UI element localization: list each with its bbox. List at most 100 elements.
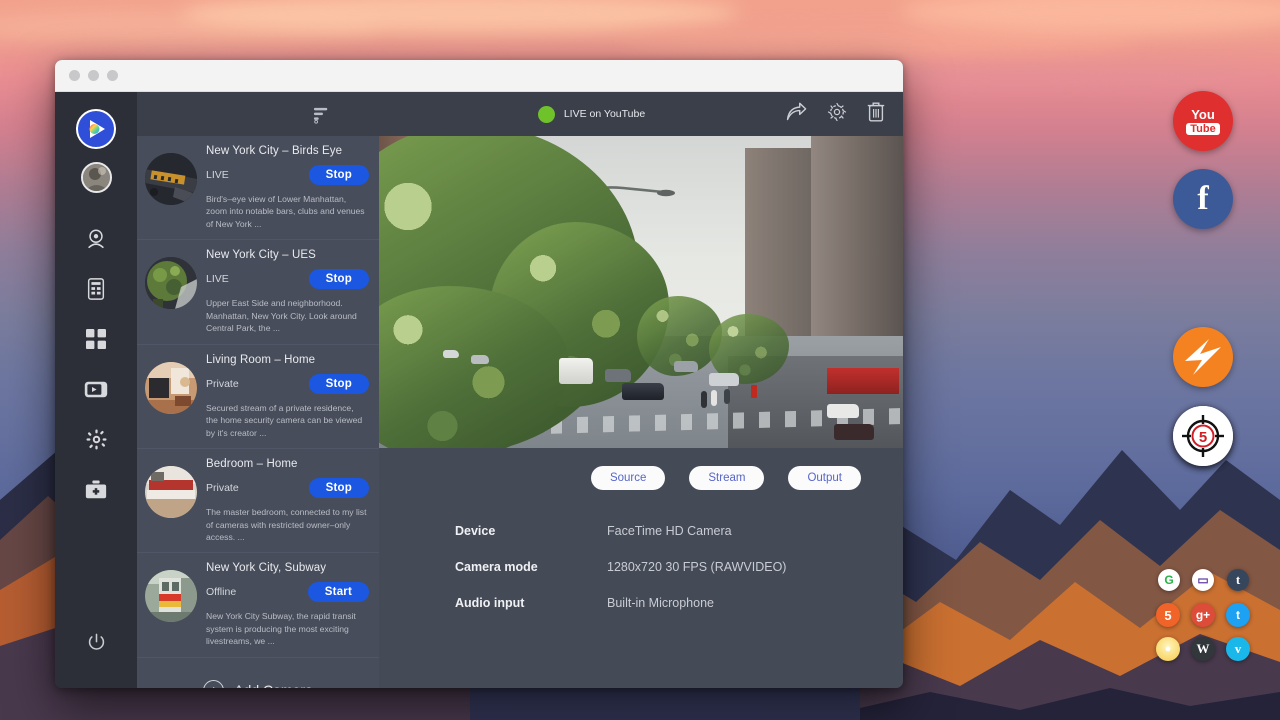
camera-info: New York City, Subway Offline Start New … — [206, 562, 369, 647]
thumbnail-living-room-icon — [145, 362, 197, 414]
camera-status: Offline — [206, 586, 308, 598]
camera-list-topbar — [137, 92, 379, 136]
video-pedestrian-2 — [711, 390, 717, 406]
desktop-mini-icon-five[interactable]: 5 — [1156, 603, 1180, 627]
camera-status-row: Private Stop — [206, 373, 369, 395]
sort-filter-icon — [313, 105, 332, 124]
sidebar-item-power[interactable] — [76, 622, 116, 662]
camera-status: Private — [206, 378, 309, 390]
share-button[interactable] — [786, 102, 807, 126]
sidebar-item-app-logo[interactable] — [76, 109, 116, 149]
camera-thumbnail — [145, 466, 197, 518]
plus-circle-icon: + — [203, 680, 224, 688]
desktop-icon-facebook[interactable]: f — [1173, 169, 1233, 229]
spec-key: Device — [455, 524, 607, 538]
video-pedestrian-3 — [724, 389, 730, 404]
add-camera-button[interactable]: + Add Camera — [137, 658, 379, 688]
thumbnail-ues-icon — [145, 257, 197, 309]
camera-list-item[interactable]: Living Room – Home Private Stop Secured … — [137, 345, 379, 449]
sidebar-item-settings[interactable] — [76, 419, 116, 459]
video-player-icon — [84, 381, 108, 398]
camera-list-item[interactable]: New York City – UES LIVE Stop Upper East… — [137, 240, 379, 344]
close-button[interactable] — [69, 70, 80, 81]
app-window: New York City – Birds Eye LIVE Stop Bird… — [55, 60, 903, 688]
camera-action-button[interactable]: Stop — [309, 374, 369, 394]
sidebar-item-grid-view[interactable] — [76, 319, 116, 359]
desktop-mini-icon-sunset[interactable]: ● — [1156, 637, 1180, 661]
desktop-mini-icon-google-plus[interactable]: g+ — [1191, 603, 1215, 627]
camera-info: New York City – UES LIVE Stop Upper East… — [206, 249, 369, 334]
tab-output[interactable]: Output — [788, 466, 861, 490]
window-titlebar — [55, 60, 903, 92]
settings-button[interactable] — [827, 102, 847, 127]
play-logo-icon — [85, 118, 107, 140]
desktop-mini-icon-wordpress[interactable]: W — [1191, 637, 1215, 661]
main-topbar: LIVE on YouTube — [379, 92, 903, 136]
camera-description: Upper East Side and neighborhood. Manhat… — [206, 297, 369, 334]
sidebar-item-user-avatar[interactable] — [81, 162, 112, 193]
desktop-icon-wowza[interactable] — [1173, 327, 1233, 387]
sidebar-item-video-player[interactable] — [76, 369, 116, 409]
desktop-icon-youtube[interactable]: You Tube — [1173, 91, 1233, 151]
delete-button[interactable] — [867, 101, 885, 127]
video-car-1 — [622, 383, 664, 400]
left-rail — [55, 92, 137, 688]
zoom-button[interactable] — [107, 70, 118, 81]
source-spec-table: Device FaceTime HD Camera Camera mode 12… — [455, 524, 903, 610]
camera-status-row: LIVE Stop — [206, 268, 369, 290]
video-car-4 — [605, 369, 631, 382]
video-car-5 — [834, 424, 874, 440]
camera-action-button[interactable]: Stop — [309, 165, 369, 185]
camera-action-button[interactable]: Start — [308, 582, 369, 602]
live-status-label: LIVE on YouTube — [564, 108, 645, 120]
camera-list-item[interactable]: New York City – Birds Eye LIVE Stop Bird… — [137, 136, 379, 240]
video-preview[interactable] — [379, 136, 903, 448]
detail-area: Source Stream Output Device FaceTime HD … — [379, 448, 903, 688]
cloud-1 — [0, 10, 380, 44]
camera-list-item[interactable]: New York City, Subway Offline Start New … — [137, 553, 379, 657]
grid-icon — [86, 329, 106, 349]
sidebar-item-add-source[interactable] — [76, 469, 116, 509]
mobile-device-icon — [87, 278, 105, 300]
topbar-actions — [786, 101, 885, 127]
thumbnail-bedroom-icon — [145, 466, 197, 518]
filter-button[interactable] — [137, 92, 332, 129]
svg-text:5: 5 — [1199, 429, 1207, 446]
spec-value[interactable]: FaceTime HD Camera — [607, 524, 732, 538]
desktop-mini-icon-twitch[interactable]: ▭ — [1192, 569, 1214, 591]
wowza-bolt-icon — [1173, 327, 1233, 387]
gear-icon — [86, 429, 107, 450]
spec-value[interactable]: 1280x720 30 FPS (RAWVIDEO) — [607, 560, 786, 574]
video-traffic-light — [751, 385, 757, 398]
gear-icon — [827, 102, 847, 122]
camera-list-item[interactable]: Bedroom – Home Private Stop The master b… — [137, 449, 379, 553]
minimize-button[interactable] — [88, 70, 99, 81]
tab-stream[interactable]: Stream — [689, 466, 764, 490]
camera-description: New York City Subway, the rapid transit … — [206, 610, 369, 647]
camera-list-scroll[interactable]: New York City – Birds Eye LIVE Stop Bird… — [137, 136, 379, 688]
video-car-6 — [827, 404, 859, 418]
avatar-icon — [83, 164, 110, 191]
spec-value[interactable]: Built-in Microphone — [607, 596, 714, 610]
camera-action-button[interactable]: Stop — [309, 269, 369, 289]
desktop: New York City – Birds Eye LIVE Stop Bird… — [0, 0, 1280, 720]
desktop-mini-icon-twitter[interactable]: t — [1226, 603, 1250, 627]
camera-thumbnail — [145, 257, 197, 309]
camera-description: Secured stream of a private residence, t… — [206, 402, 369, 439]
camera-status-row: Private Stop — [206, 477, 369, 499]
video-pedestrian-1 — [701, 391, 707, 408]
sidebar-item-mobile-device[interactable] — [76, 269, 116, 309]
desktop-mini-icon-groovy[interactable]: G — [1158, 569, 1180, 591]
webcam-icon — [85, 228, 107, 250]
camera-status: LIVE — [206, 273, 309, 285]
tab-source[interactable]: Source — [591, 466, 665, 490]
sidebar-item-cameras[interactable] — [76, 219, 116, 259]
camera-title: Living Room – Home — [206, 354, 369, 366]
youtube-label-you: You — [1191, 108, 1215, 121]
desktop-icon-livestream-five[interactable]: 5 — [1173, 406, 1233, 466]
camera-info: Living Room – Home Private Stop Secured … — [206, 354, 369, 439]
camera-action-button[interactable]: Stop — [309, 478, 369, 498]
video-car-7 — [471, 355, 489, 364]
desktop-mini-icon-vimeo[interactable]: v — [1226, 637, 1250, 661]
desktop-mini-icon-tumblr[interactable]: t — [1227, 569, 1249, 591]
